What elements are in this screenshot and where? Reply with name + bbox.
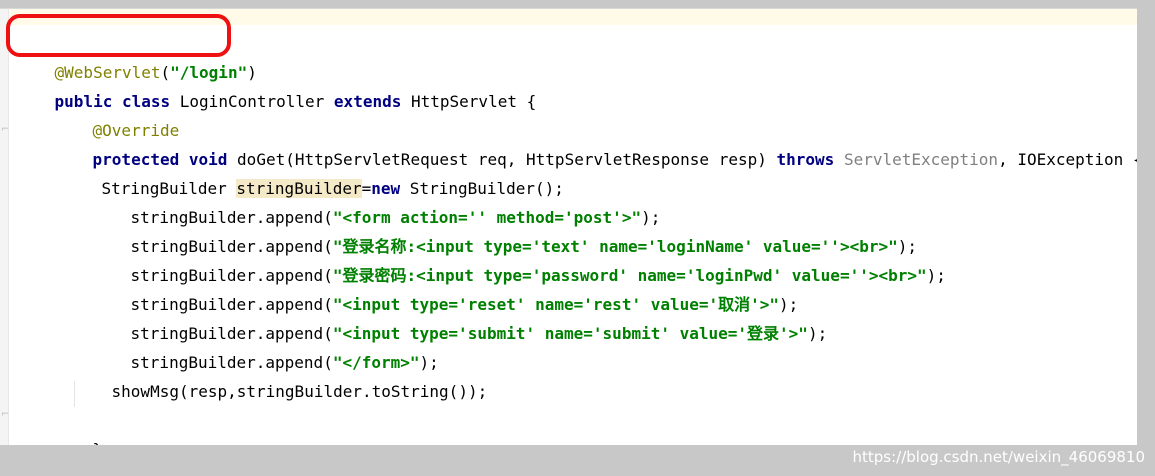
code-line-append-submit[interactable]: stringBuilder.append("<input type='submi… [92, 290, 828, 343]
code-line-append-form-start[interactable]: stringBuilder.append("<form action='' me… [92, 174, 661, 227]
code-line-append-login-name[interactable]: stringBuilder.append("登录名称:<input type='… [92, 203, 917, 256]
punctuation-token: ); [807, 324, 828, 343]
keyword-token: extends [333, 92, 402, 111]
code-line-append-login-password[interactable]: stringBuilder.append("登录密码:<input type='… [92, 232, 946, 285]
fold-marker-icon[interactable]: ⌐ [1, 125, 9, 135]
code-line-class-declaration[interactable]: public class LoginController extends Htt… [16, 58, 537, 111]
keyword-token: throws [776, 150, 835, 169]
code-line-stringbuilder-declaration[interactable]: StringBuilder stringBuilder=new StringBu… [63, 145, 564, 198]
code-line-append-reset[interactable]: stringBuilder.append("<input type='reset… [92, 261, 799, 314]
code-line-append-form-end[interactable]: stringBuilder.append("</form>"); [92, 319, 439, 372]
exception-token: ServletException [843, 150, 999, 169]
window-scrollbar[interactable] [1137, 8, 1155, 444]
code-line-show-message[interactable]: showMsg(resp,stringBuilder.toString()); [73, 348, 488, 401]
punctuation-token: ); [926, 266, 946, 285]
code-editor[interactable]: ⌐ ⌐ @WebServlet("/login") public class L… [0, 8, 1137, 445]
red-annotation-box [6, 14, 231, 57]
base-class-token: HttpServlet { [411, 92, 537, 111]
code-line-method-signature[interactable]: protected void doGet(HttpServletRequest … [54, 116, 1137, 169]
code-line-override[interactable]: @Override [54, 87, 180, 140]
class-name-token: LoginController [179, 92, 325, 111]
fold-marker-icon[interactable]: ⌐ [1, 410, 9, 420]
brace-token: } [93, 440, 103, 445]
method-call-token: showMsg(resp,stringBuilder.toString()); [111, 382, 488, 401]
editor-gutter [0, 9, 9, 445]
code-line-close-brace[interactable]: } [54, 406, 103, 445]
exception-token: , IOException { [998, 150, 1137, 169]
watermark-text: https://blog.csdn.net/weixin_46069810 [852, 448, 1145, 466]
